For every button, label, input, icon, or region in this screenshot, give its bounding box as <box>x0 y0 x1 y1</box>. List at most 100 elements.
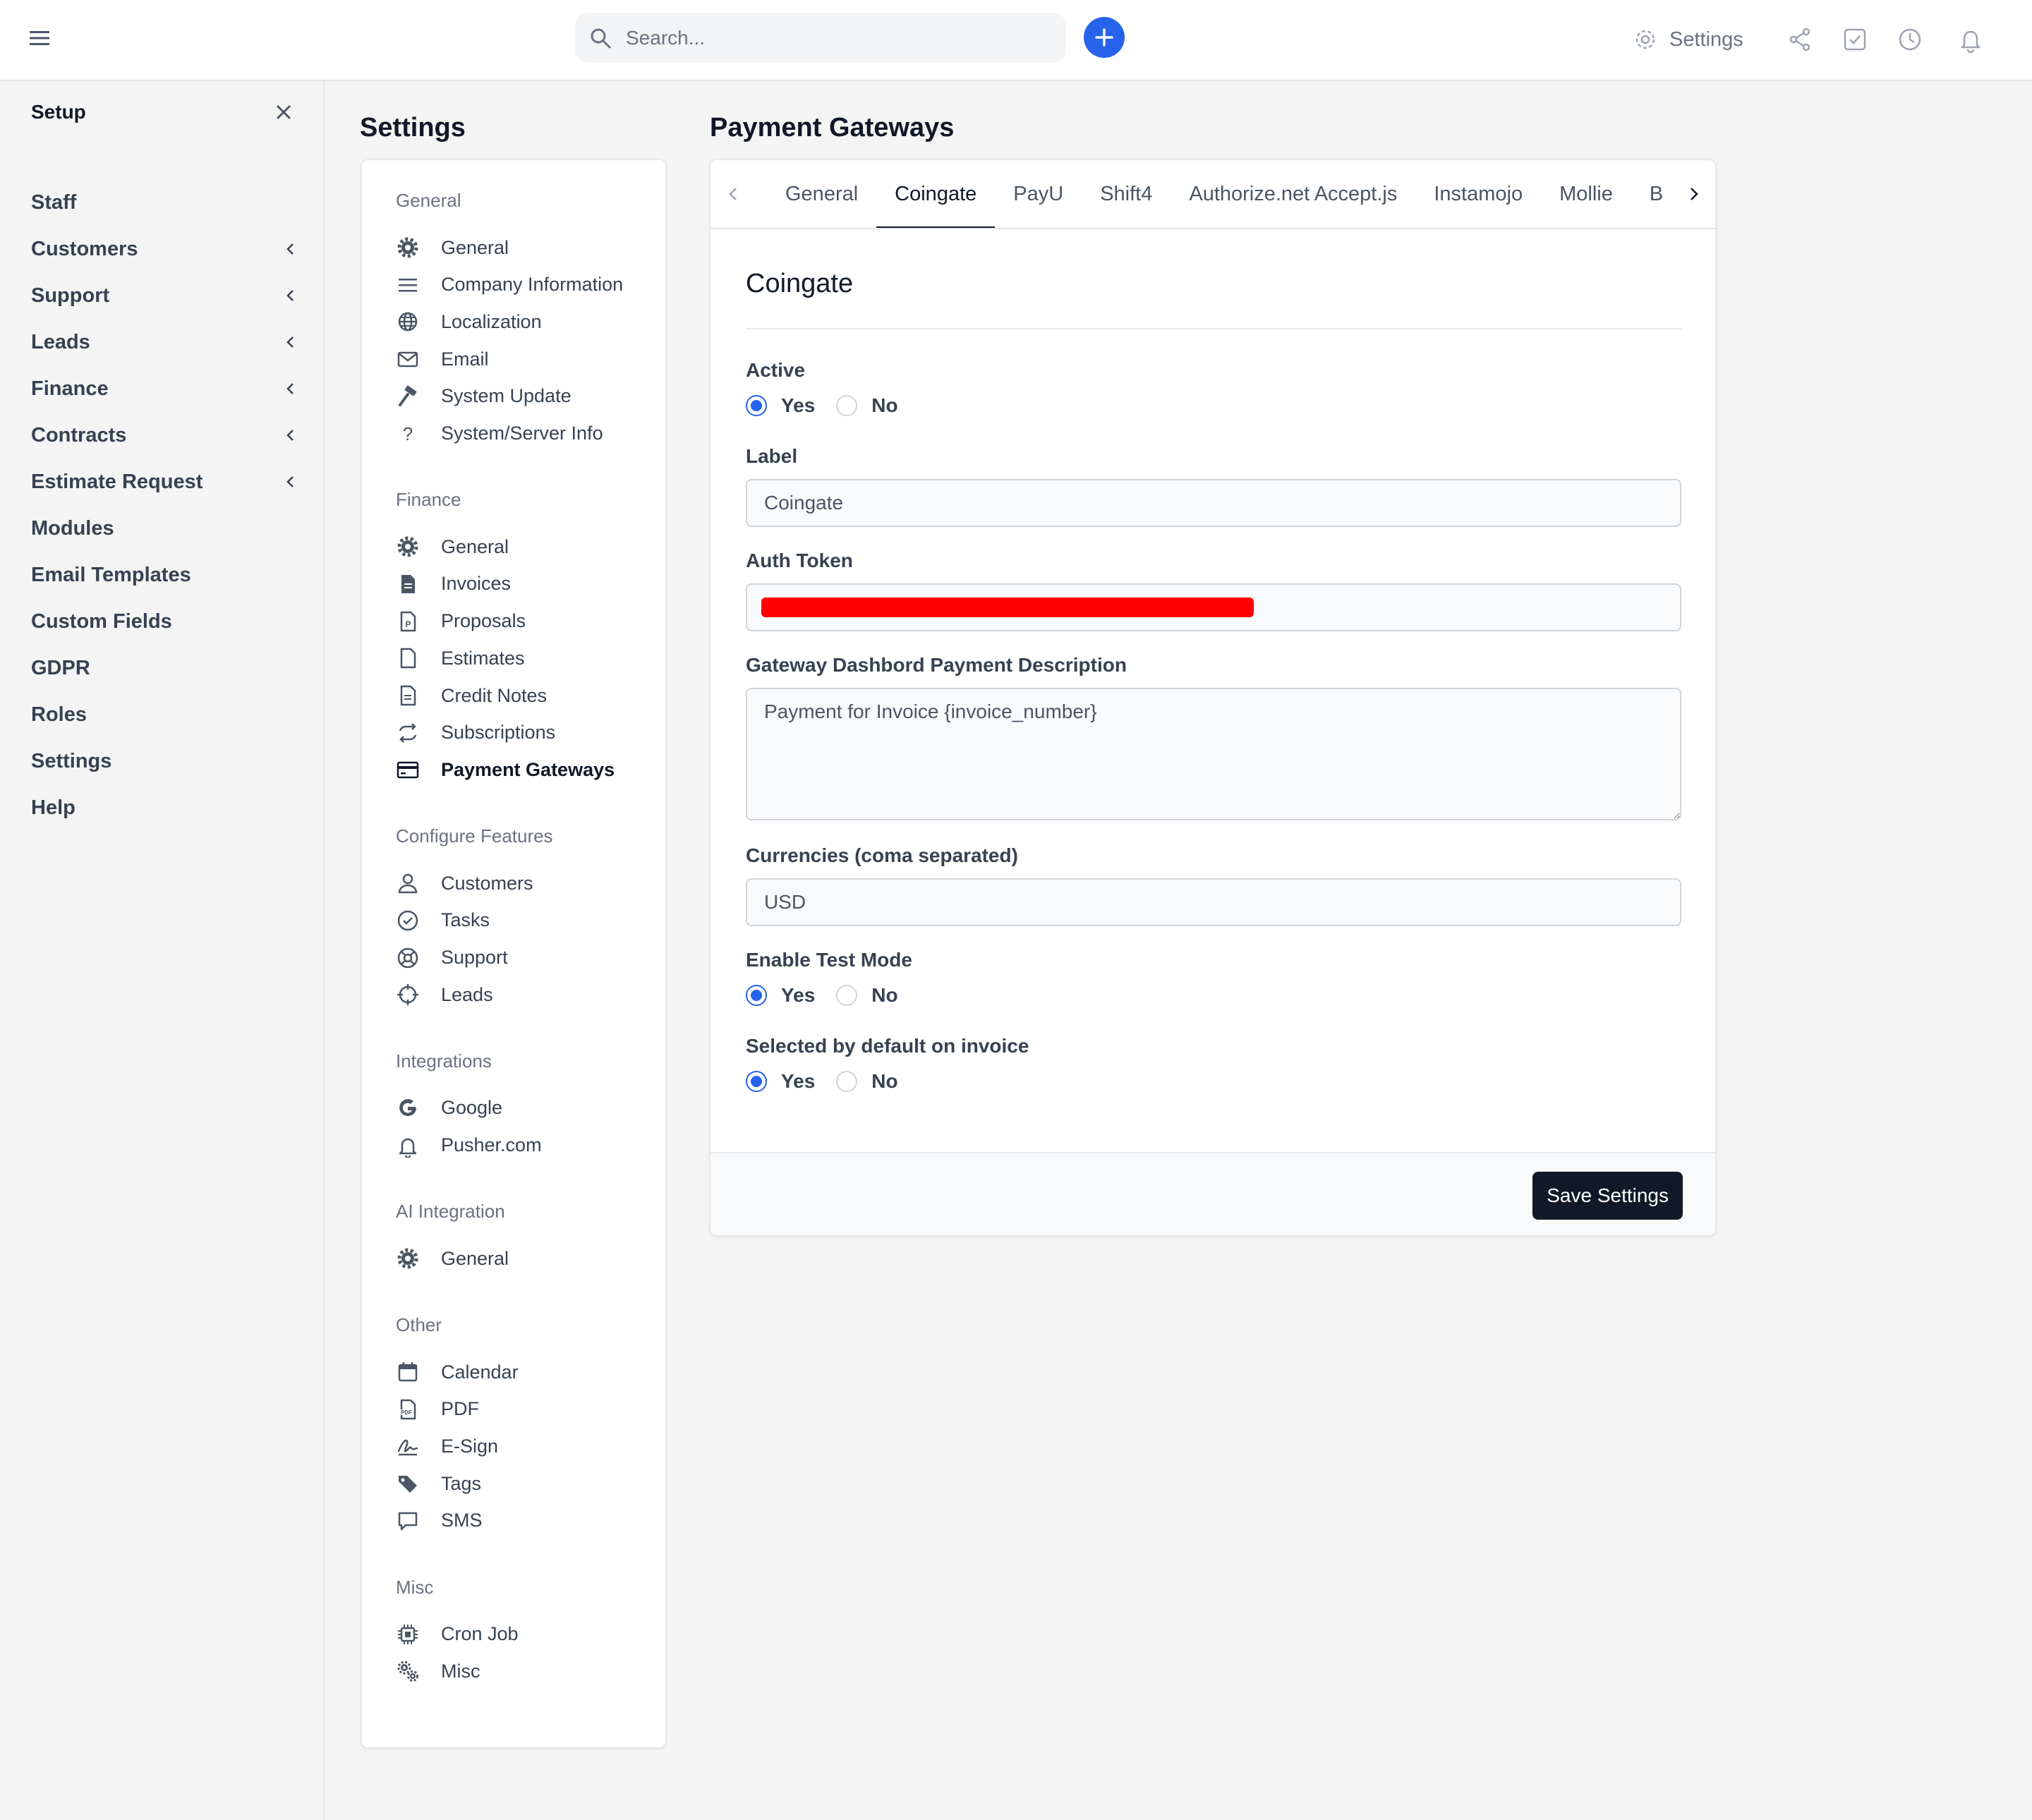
chevron-left-icon <box>286 290 294 301</box>
tab-general[interactable]: General <box>767 160 876 228</box>
sidebar-item-modules[interactable]: Modules <box>31 509 299 548</box>
sidebar-item-label: Leads <box>31 330 90 353</box>
settings-link[interactable]: Settings <box>1633 24 1743 55</box>
pdf-icon: PDF <box>400 1399 416 1419</box>
sidebar-item-leads[interactable]: Leads <box>31 322 299 362</box>
menu-item-system-update[interactable]: System Update <box>396 381 572 412</box>
sidebar-item-label: Customers <box>31 237 138 260</box>
description-textarea[interactable]: Payment for Invoice {invoice_number} <box>746 688 1681 820</box>
menu-item-subscriptions[interactable]: Subscriptions <box>396 717 555 748</box>
menu-item-general[interactable]: General <box>396 1243 509 1274</box>
bell-icon[interactable] <box>1957 26 1984 53</box>
chevron-left-icon[interactable] <box>722 183 744 205</box>
menu-item-e-sign[interactable]: E-Sign <box>396 1431 498 1462</box>
menu-item-sms[interactable]: SMS <box>396 1505 483 1536</box>
menu-item-label: Tasks <box>441 909 490 931</box>
auth-token-input[interactable] <box>746 583 1681 631</box>
menu-item-cron-job[interactable]: Cron Job <box>396 1619 519 1650</box>
tab-payu[interactable]: PayU <box>995 160 1082 228</box>
checkbox-icon[interactable] <box>1842 26 1868 53</box>
create-button[interactable] <box>1084 17 1125 58</box>
menu-item-label: Invoices <box>441 573 512 595</box>
menu-item-localization[interactable]: Localization <box>396 306 542 337</box>
test-mode-no-radio[interactable] <box>836 985 858 1006</box>
sidebar-item-settings[interactable]: Settings <box>31 741 299 781</box>
divider <box>746 328 1681 329</box>
menu-item-invoices[interactable]: Invoices <box>396 569 511 600</box>
tab-instamojo[interactable]: Instamojo <box>1415 160 1541 228</box>
menu-item-google[interactable]: Google <box>396 1093 502 1124</box>
menu-item-leads[interactable]: Leads <box>396 979 493 1010</box>
google-icon <box>399 1098 416 1116</box>
tab-mollie[interactable]: Mollie <box>1541 160 1631 228</box>
plus-icon <box>1095 28 1113 47</box>
menu-icon[interactable] <box>27 25 52 51</box>
sidebar-item-support[interactable]: Support <box>31 276 299 315</box>
question-icon: ? <box>403 423 413 444</box>
menu-item-label: Google <box>441 1097 503 1119</box>
label-input[interactable] <box>746 479 1681 527</box>
menu-item-general[interactable]: General <box>396 232 509 263</box>
menu-item-company-information[interactable]: Company Information <box>396 269 623 301</box>
sidebar-item-label: Finance <box>31 377 109 400</box>
currencies-label: Currencies (coma separated) <box>746 844 1018 866</box>
sidebar-item-roles[interactable]: Roles <box>31 695 299 734</box>
menu-item-tags[interactable]: Tags <box>396 1468 481 1499</box>
menu-item-estimates[interactable]: Estimates <box>396 643 525 674</box>
sidebar-item-gdpr[interactable]: GDPR <box>31 648 299 688</box>
clock-icon[interactable] <box>1897 26 1923 53</box>
search-input[interactable] <box>624 20 1051 56</box>
menu-item-label: Localization <box>441 310 542 332</box>
chevron-right-icon[interactable] <box>1683 183 1705 205</box>
search-icon <box>591 28 611 49</box>
menu-item-pusher-com[interactable]: Pusher.com <box>396 1130 542 1161</box>
gear-icon <box>397 536 418 557</box>
sidebar-item-finance[interactable]: Finance <box>31 369 299 408</box>
lines-icon <box>399 278 417 292</box>
default-label: Selected by default on invoice <box>746 1035 1029 1057</box>
menu-item-email[interactable]: Email <box>396 344 489 375</box>
sidebar-item-label: Settings <box>31 749 112 772</box>
sidebar-item-email-templates[interactable]: Email Templates <box>31 555 299 595</box>
menu-item-label: General <box>441 1247 509 1269</box>
menu-item-calendar[interactable]: Calendar <box>396 1357 519 1388</box>
active-yes-radio[interactable] <box>746 395 767 416</box>
tab-braintree[interactable]: Braintree <box>1631 160 1663 228</box>
chevron-left-icon <box>286 383 294 394</box>
share-icon[interactable] <box>1786 26 1813 53</box>
menu-item-credit-notes[interactable]: Credit Notes <box>396 680 547 711</box>
sidebar-item-estimate-request[interactable]: Estimate Request <box>31 462 299 502</box>
save-settings-button[interactable]: Save Settings <box>1532 1172 1683 1220</box>
menu-item-system-server-info[interactable]: ? System/Server Info <box>396 418 603 449</box>
menu-group-title: Integrations <box>396 1050 492 1072</box>
currencies-input[interactable] <box>746 878 1681 926</box>
close-icon[interactable] <box>274 102 294 122</box>
default-no-radio[interactable] <box>836 1071 858 1092</box>
menu-item-customers[interactable]: Customers <box>396 868 533 899</box>
signature-icon <box>397 1440 418 1456</box>
menu-item-label: E-Sign <box>441 1435 499 1457</box>
menu-item-label: Calendar <box>441 1361 519 1383</box>
menu-item-tasks[interactable]: Tasks <box>396 905 490 936</box>
sidebar-item-help[interactable]: Help <box>31 788 299 827</box>
sidebar-item-custom-fields[interactable]: Custom Fields <box>31 602 299 641</box>
sidebar-item-staff[interactable]: Staff <box>31 183 299 222</box>
menu-item-misc[interactable]: Misc <box>396 1656 480 1687</box>
menu-item-pdf[interactable]: PDF PDF <box>396 1394 479 1425</box>
tab-authorize-net-accept-js[interactable]: Authorize.net Accept.js <box>1171 160 1415 228</box>
menu-group-title: Other <box>396 1314 442 1335</box>
active-no-radio[interactable] <box>836 395 858 416</box>
sidebar-item-label: Staff <box>31 190 77 214</box>
menu-item-proposals[interactable]: P Proposals <box>396 606 526 637</box>
sidebar-item-contracts[interactable]: Contracts <box>31 415 299 455</box>
menu-item-general[interactable]: General <box>396 531 509 562</box>
menu-item-support[interactable]: Support <box>396 942 508 973</box>
tab-coingate[interactable]: Coingate <box>876 160 996 228</box>
test-mode-yes-radio[interactable] <box>746 985 767 1006</box>
tab-shift4[interactable]: Shift4 <box>1082 160 1171 228</box>
sidebar-item-customers[interactable]: Customers <box>31 229 299 269</box>
sidebar-item-label: Modules <box>31 516 114 540</box>
default-yes-radio[interactable] <box>746 1071 767 1092</box>
menu-item-payment-gateways[interactable]: Payment Gateways <box>396 754 615 785</box>
menu-item-label: Estimates <box>441 647 525 669</box>
